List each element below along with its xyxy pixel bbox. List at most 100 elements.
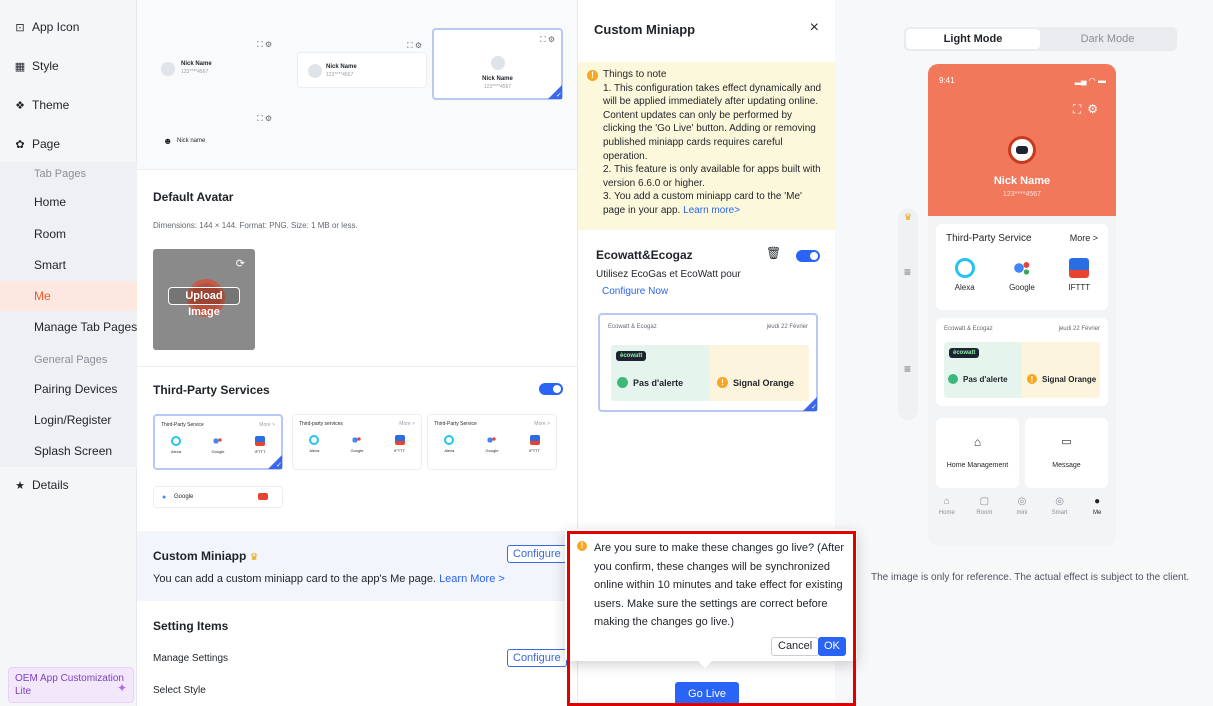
default-avatar-title: Default Avatar bbox=[153, 190, 234, 204]
theme-icon: ❖ bbox=[15, 99, 25, 112]
status-time: 9:41 bbox=[939, 76, 955, 85]
miniapp-toggle[interactable] bbox=[796, 250, 820, 262]
sidebar-item-home[interactable]: Home bbox=[0, 195, 137, 209]
sidebar-item-theme[interactable]: ❖ Theme bbox=[0, 98, 137, 112]
sidebar-item-label: Style bbox=[32, 59, 59, 73]
alexa-icon bbox=[309, 435, 320, 445]
sidebar-item-details[interactable]: ★ Details bbox=[0, 478, 137, 492]
profile-style-option-3-selected[interactable]: ⛶ ⚙ Nick Name 123****4567 bbox=[432, 28, 563, 100]
google-item: Google bbox=[204, 436, 232, 454]
oem-badge[interactable]: OEM App Customization Lite ✦ bbox=[8, 667, 134, 703]
sidebar-item-splash-screen[interactable]: Splash Screen bbox=[0, 444, 137, 458]
alexa-icon bbox=[954, 258, 975, 278]
sidebar-item-room[interactable]: Room bbox=[0, 227, 137, 241]
alexa-item: Alexa bbox=[162, 436, 190, 454]
third-party-style-2[interactable]: Third-party services More > Alexa Google… bbox=[292, 414, 422, 470]
note-line-1: 1. This configuration takes effect dynam… bbox=[603, 82, 822, 162]
profile-nick-name: Nick Name bbox=[482, 76, 513, 82]
note-line-3: 3. You add a custom miniapp card to the … bbox=[603, 191, 802, 216]
eco-right-status: ! Signal Orange bbox=[1027, 374, 1096, 384]
sidebar-item-login-register[interactable]: Login/Register bbox=[0, 413, 137, 427]
custom-miniapp-configure-button[interactable]: Configure bbox=[507, 545, 567, 563]
scan-settings-icons: ⛶⚙ bbox=[1072, 102, 1104, 116]
sidebar-item-style[interactable]: ▦ Style bbox=[0, 59, 137, 73]
eco-card-date: jeudi 22 Février bbox=[1058, 326, 1100, 332]
ecogaz-tile: ! Signal Orange bbox=[709, 345, 809, 401]
sidebar-item-label: App Icon bbox=[32, 20, 80, 34]
sidebar-item-me[interactable]: Me bbox=[0, 281, 137, 311]
confirm-message: Are you sure to make these changes go li… bbox=[594, 542, 845, 628]
profile-style-options: Nick Name 123****4567 ⛶ ⚙ Nick Name 123*… bbox=[137, 0, 577, 170]
tab-bar: ⌂ Home ▢ Room ◎ mini ◎ Smart ● Me bbox=[928, 496, 1116, 536]
custom-miniapp-desc: You can add a custom miniapp card to the… bbox=[153, 573, 505, 585]
ifttt-icon bbox=[255, 436, 265, 446]
check-icon bbox=[948, 374, 958, 384]
avatar-upload-area[interactable]: ⟳ Upload Image bbox=[153, 249, 255, 350]
cancel-button[interactable]: Cancel bbox=[771, 637, 820, 656]
sidebar-item-smart[interactable]: Smart bbox=[0, 258, 137, 272]
card-head: Third-Party Service bbox=[434, 421, 477, 427]
alexa-icon bbox=[444, 435, 455, 445]
avatar-robot-icon bbox=[1008, 136, 1036, 164]
google-list-label: Google bbox=[174, 494, 194, 500]
miniapp-card-preview[interactable]: Ecowatt & Ecogaz jeudi 22 Février ècowat… bbox=[598, 313, 818, 412]
alexa-icon bbox=[171, 436, 181, 446]
configure-now-link[interactable]: Configure Now bbox=[602, 286, 668, 297]
drag-handle-icon[interactable]: ≡ bbox=[904, 362, 911, 376]
tab-me: ● Me bbox=[1079, 496, 1115, 536]
third-party-style-3[interactable]: Third-Party Service More > Alexa Google … bbox=[427, 414, 557, 470]
sidebar-item-label: Page bbox=[32, 137, 61, 151]
sidebar-item-manage-tab-pages[interactable]: Manage Tab Pages bbox=[0, 320, 137, 334]
preview-account: 123****4567 bbox=[1002, 191, 1042, 198]
ifttt-item: IFTTT bbox=[246, 436, 274, 454]
third-party-title: Third-Party Services bbox=[153, 383, 270, 397]
learn-more-link[interactable]: Learn more> bbox=[683, 205, 740, 216]
ifttt-item: IFTTT bbox=[1054, 258, 1104, 292]
sidebar-item-page[interactable]: ✿ Page bbox=[0, 137, 137, 151]
setting-items-configure-button[interactable]: Configure bbox=[507, 649, 567, 667]
me-tab-icon: ● bbox=[1094, 496, 1101, 507]
profile-style-option-1[interactable]: Nick Name 123****4567 ⛶ ⚙ bbox=[153, 40, 283, 88]
profile-style-option-4[interactable]: ⛶ ⚙ ☻ Nick name bbox=[153, 114, 283, 160]
miniapp-desc: Utilisez EcoGas et EcoWatt pour bbox=[596, 269, 741, 280]
phone-preview: 9:41 ▂▄ ◠ ▬ ⛶⚙ Nick Name 123****4567 Thi… bbox=[928, 64, 1116, 546]
alexa-item: Alexa bbox=[300, 435, 328, 453]
reorder-handle-track bbox=[898, 208, 918, 420]
home-tab-icon: ⌂ bbox=[943, 496, 950, 507]
google-icon: ● bbox=[162, 494, 167, 501]
drag-handle-icon[interactable]: ≡ bbox=[904, 265, 911, 279]
mode-switch: Light Mode Dark Mode bbox=[904, 27, 1177, 51]
close-icon[interactable]: × bbox=[810, 19, 819, 37]
config-panel: Nick Name 123****4567 ⛶ ⚙ Nick Name 123*… bbox=[137, 0, 577, 706]
alexa-item: Alexa bbox=[940, 258, 990, 292]
sidebar-item-pairing-devices[interactable]: Pairing Devices bbox=[0, 382, 137, 396]
ecowatt-tile: ècowatt Pas d'alerte bbox=[611, 345, 709, 401]
third-party-toggle[interactable] bbox=[539, 383, 563, 395]
message-icon: ▭ bbox=[1061, 436, 1072, 448]
popover-arrow bbox=[698, 661, 712, 668]
learn-more-link[interactable]: Learn More > bbox=[439, 573, 505, 585]
go-live-button[interactable]: Go Live bbox=[675, 682, 739, 706]
dark-mode-tab[interactable]: Dark Mode bbox=[1040, 29, 1175, 49]
app-icon: ⊡ bbox=[15, 21, 25, 34]
sidebar-item-app-icon[interactable]: ⊡ App Icon bbox=[0, 20, 137, 34]
third-party-style-1-selected[interactable]: Third-Party Service More > Alexa Google … bbox=[153, 414, 283, 470]
divider bbox=[137, 366, 577, 367]
go-live-confirm-popover: ! Are you sure to make these changes go … bbox=[565, 529, 857, 661]
profile-nick-name-small: Nick name bbox=[177, 138, 206, 144]
upload-image-button[interactable]: Upload Image bbox=[168, 287, 240, 318]
card-more: More > bbox=[1069, 233, 1098, 243]
sidebar: ⊡ App Icon ▦ Style ❖ Theme ✿ Page Tab Pa… bbox=[0, 0, 137, 706]
home-icon: ⌂ bbox=[973, 435, 982, 449]
ok-button[interactable]: OK bbox=[818, 637, 846, 656]
room-tab-icon: ▢ bbox=[979, 496, 990, 507]
ecowatt-tile: ècowatt Pas d'alerte bbox=[944, 342, 1022, 398]
home-management-label: Home Management bbox=[946, 462, 1009, 469]
profile-style-option-2[interactable]: Nick Name 123****4567 ⛶ ⚙ bbox=[297, 41, 427, 88]
refresh-icon[interactable]: ⟳ bbox=[236, 257, 245, 270]
light-mode-tab[interactable]: Light Mode bbox=[906, 29, 1040, 49]
preview-area: Light Mode Dark Mode 9:41 ▂▄ ◠ ▬ ⛶⚙ Nick… bbox=[835, 0, 1213, 706]
third-party-style-4[interactable]: ● Google bbox=[153, 486, 283, 508]
eco-card-head: Ecowatt & Ecogaz bbox=[608, 324, 657, 330]
trash-icon[interactable]: 🗑 bbox=[766, 246, 781, 260]
